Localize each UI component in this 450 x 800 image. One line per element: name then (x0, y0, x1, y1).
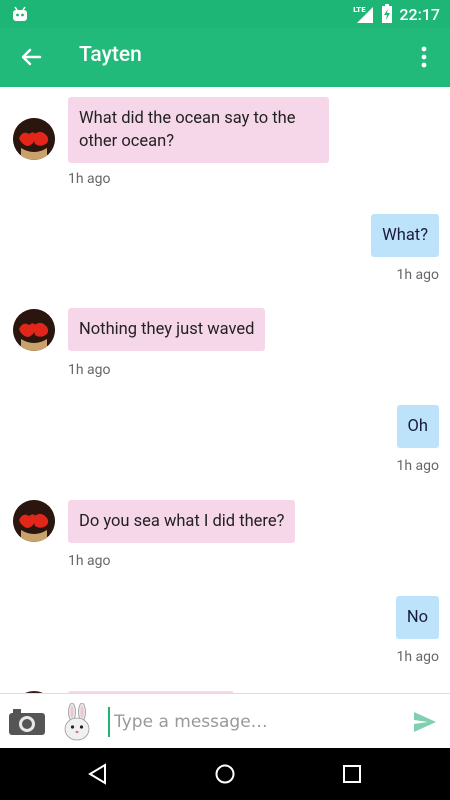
message-text: Nothing they just waved (79, 320, 255, 339)
avatar[interactable] (13, 118, 55, 160)
heart-face-avatar-icon (13, 309, 55, 351)
status-time: 22:17 (399, 4, 440, 24)
message-timestamp: 1h ago (396, 649, 439, 665)
heart-face-avatar-icon (13, 118, 55, 160)
svg-text:LTE: LTE (353, 6, 366, 14)
message-bubble-outgoing[interactable]: Oh (396, 405, 439, 448)
avatar[interactable] (13, 500, 55, 542)
battery-icon (382, 4, 393, 23)
bunny-sticker-icon[interactable] (62, 703, 92, 741)
more-vert-icon[interactable] (412, 44, 436, 70)
message-list[interactable]: What did the ocean say to the other ocea… (0, 87, 450, 693)
message-timestamp: 1h ago (396, 267, 439, 283)
composer-bar (0, 693, 450, 749)
message-bubble-incoming[interactable]: Nothing they just waved (68, 308, 266, 351)
send-icon[interactable] (412, 710, 438, 734)
message-text: Do you sea what I did there? (79, 512, 285, 531)
app-bar: Tayten (0, 28, 450, 87)
nav-recents-icon[interactable] (341, 763, 363, 785)
heart-face-avatar-icon (13, 500, 55, 542)
message-input[interactable] (108, 707, 406, 737)
status-bar: LTE 22:17 (0, 0, 450, 28)
message-timestamp: 1h ago (68, 171, 111, 187)
nav-back-icon[interactable] (87, 763, 109, 785)
message-text: Oh (407, 417, 428, 436)
avatar[interactable] (13, 309, 55, 351)
conversation-title: Tayten (79, 43, 142, 67)
camera-icon[interactable] (8, 708, 46, 736)
system-nav-bar (0, 748, 450, 800)
message-bubble-outgoing[interactable]: What? (371, 214, 439, 257)
nav-home-icon[interactable] (214, 763, 236, 785)
lte-signal-icon: LTE (353, 6, 374, 23)
message-timestamp: 1h ago (396, 458, 439, 474)
android-icon (13, 6, 27, 21)
message-timestamp: 1h ago (68, 362, 111, 378)
message-timestamp: 1h ago (68, 553, 111, 569)
message-text: What did the ocean say to the other ocea… (79, 109, 296, 151)
message-bubble-incoming[interactable]: Do you sea what I did there? (68, 500, 296, 543)
message-text: No (406, 608, 428, 627)
message-bubble-incoming[interactable]: What did the ocean say to the other ocea… (68, 97, 329, 163)
back-arrow-icon[interactable] (18, 44, 44, 70)
message-bubble-outgoing[interactable]: No (395, 596, 439, 639)
message-text: What? (382, 226, 428, 245)
